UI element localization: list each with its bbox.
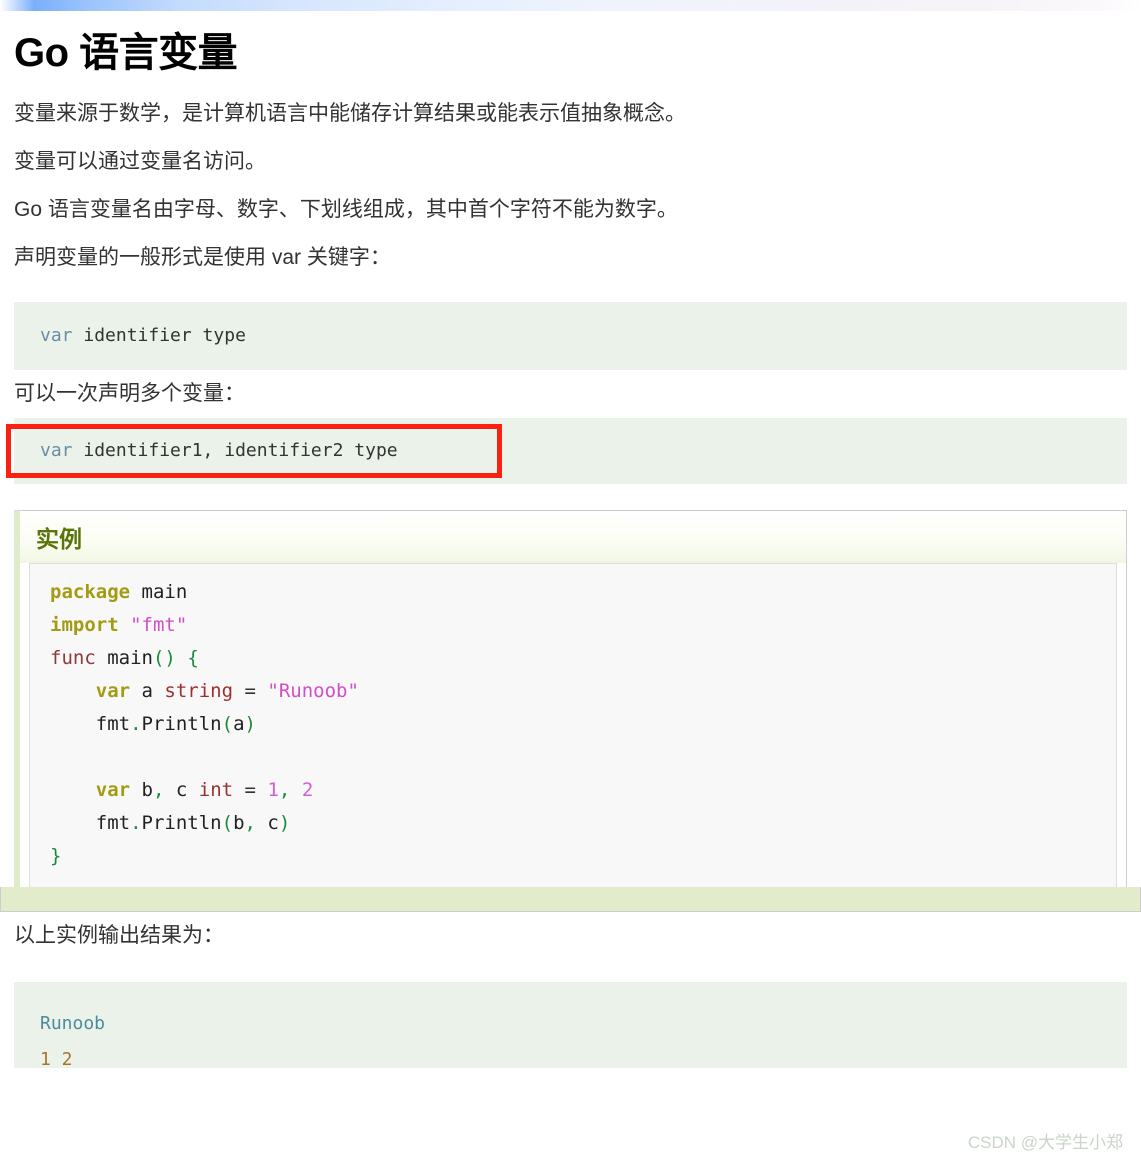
code-token: fmt (50, 713, 131, 735)
example-panel-footer (0, 887, 1141, 912)
example-code-area: package main import "fmt" func main() { … (29, 563, 1117, 887)
example-panel-header: 实例 (20, 511, 1126, 563)
code-token: ) (244, 713, 256, 735)
code-token: ( (221, 713, 234, 735)
code-token: fmt (50, 812, 131, 834)
code-keyword-var: var (40, 325, 73, 346)
code-token: { (187, 647, 199, 669)
code-token: } (50, 845, 62, 867)
page-title: Go 语言变量 (14, 31, 238, 75)
code-token: c (255, 812, 279, 834)
code-token: int (198, 779, 234, 801)
code-token: , (244, 812, 256, 834)
code-token: package (50, 581, 131, 603)
code-token: a (130, 680, 165, 702)
code-token: Println (141, 812, 222, 834)
code-token: Println (141, 713, 222, 735)
code-token: . (130, 713, 142, 735)
code-block-multi-var-declaration: var identifier1, identifier2 type (14, 418, 1127, 484)
code-token: , (152, 779, 165, 801)
csdn-watermark: CSDN @大学生小郑 (967, 1133, 1123, 1152)
paragraph-multiple-declaration: 可以一次声明多个变量： (14, 382, 245, 405)
code-token: b (233, 812, 245, 834)
output-line: Runoob (40, 1013, 106, 1034)
code-token: = (244, 779, 256, 801)
paragraph-declaration-form: 声明变量的一般形式是使用 var 关键字： (14, 246, 391, 269)
paragraph-access: 变量可以通过变量名访问。 (14, 150, 266, 173)
code-token: ( (221, 812, 234, 834)
code-rest-multi-declaration: identifier1, identifier2 type (72, 440, 398, 461)
code-token: = (244, 680, 256, 702)
code-token: c (164, 779, 199, 801)
code-token: 1 (267, 779, 279, 801)
code-block-var-declaration: var identifier type (14, 302, 1127, 370)
example-panel: 实例 package main import "fmt" func main()… (14, 510, 1127, 887)
code-token: string (164, 680, 234, 702)
program-output-lines: Runoob 1 2 (40, 1006, 1101, 1068)
code-token: var (95, 779, 131, 801)
code-token: 2 (301, 779, 314, 801)
code-token: var (95, 680, 131, 702)
code-keyword-var-multi: var (40, 440, 73, 461)
code-token: func (50, 647, 96, 669)
code-token: , (278, 779, 291, 801)
code-token: "Runoob" (267, 680, 359, 702)
output-line: 1 2 (40, 1049, 73, 1068)
code-token: ) (278, 812, 291, 834)
code-token: . (130, 812, 142, 834)
code-token: import (50, 614, 119, 636)
code-token: main (95, 647, 153, 669)
code-rest-declaration: identifier type (72, 325, 246, 346)
paragraph-definition: 变量来源于数学，是计算机语言中能储存计算结果或能表示值抽象概念。 (14, 102, 686, 125)
code-token: a (233, 713, 245, 735)
code-token: "fmt" (130, 614, 188, 636)
paragraph-naming-rules: Go 语言变量名由字母、数字、下划线组成，其中首个字符不能为数字。 (14, 198, 678, 221)
example-panel-title: 实例 (36, 526, 82, 552)
go-source-code: package main import "fmt" func main() { … (50, 576, 1116, 873)
paragraph-output-intro: 以上实例输出结果为： (14, 924, 224, 947)
article-page: Go 语言变量 变量来源于数学，是计算机语言中能储存计算结果或能表示值抽象概念。… (0, 0, 1141, 1068)
code-token: main (141, 581, 188, 603)
code-token: b (130, 779, 153, 801)
code-block-program-output: Runoob 1 2 (14, 982, 1127, 1068)
code-block-multi-wrapper: var identifier1, identifier2 type (0, 418, 1141, 484)
code-token: () (152, 647, 176, 669)
